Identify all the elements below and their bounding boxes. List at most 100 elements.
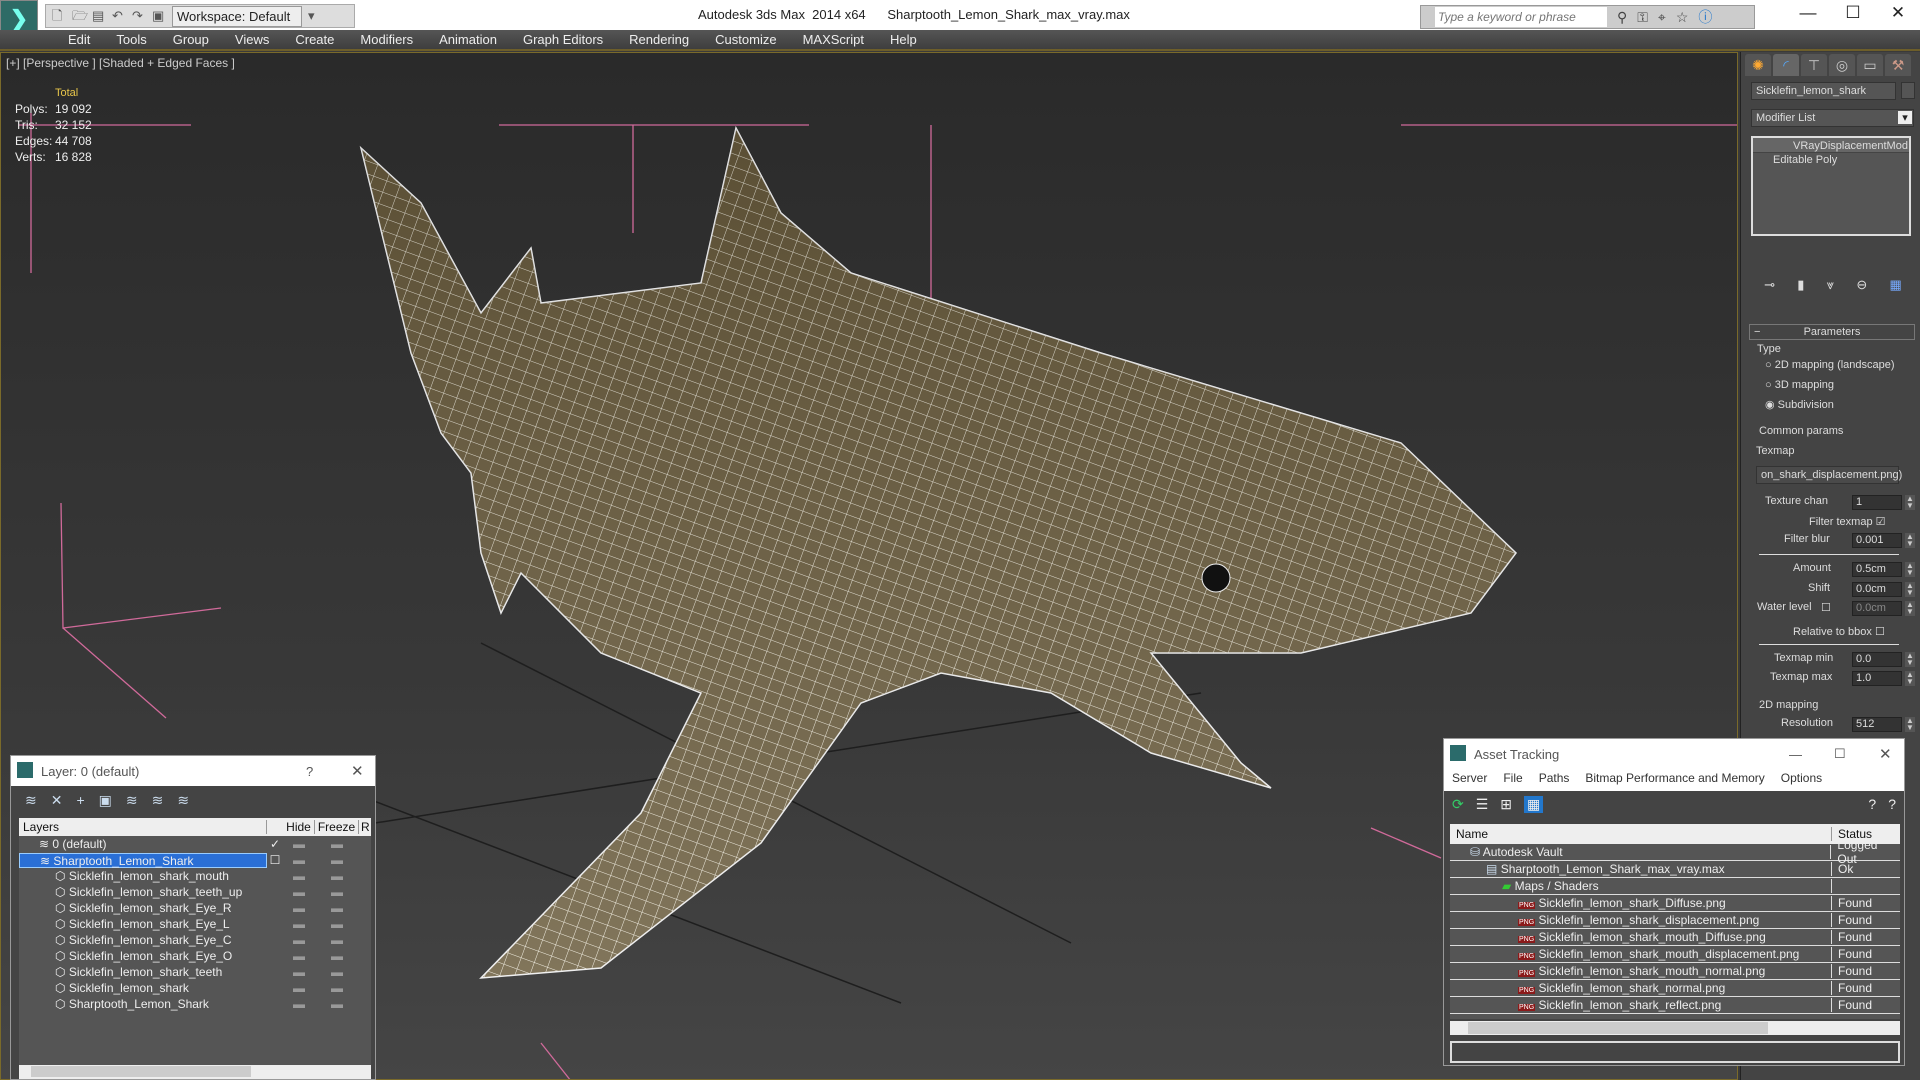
texmap-button[interactable]: on_shark_displacement.png) <box>1756 466 1902 484</box>
asset-row[interactable]: PNG Sicklefin_lemon_shark_reflect.png Fou… <box>1450 997 1900 1014</box>
maximize-button[interactable]: ☐ <box>1838 3 1868 23</box>
asset-row[interactable]: PNG Sicklefin_lemon_shark_mouth_normal.p… <box>1450 963 1900 980</box>
new-layer-icon[interactable]: ≋ <box>25 792 37 809</box>
layer-row[interactable]: ⬡ Sicklefin_lemon_shark_Eye_R ▬ ▬ <box>19 900 371 916</box>
freeze-toggle[interactable]: ▬ <box>315 917 359 931</box>
open-file-icon[interactable]: 🗁 <box>72 9 88 23</box>
layer-row[interactable]: ≋ Sharptooth_Lemon_Shark ☐ ▬ ▬ <box>19 852 371 868</box>
help-icon[interactable]: ⓘ <box>1698 7 1712 27</box>
menu-modifiers[interactable]: Modifiers <box>347 30 426 49</box>
hide-toggle[interactable]: ▬ <box>283 901 315 915</box>
freeze-toggle[interactable]: ▬ <box>315 837 359 851</box>
remove-modifier-icon[interactable]: ⊖ <box>1856 277 1867 293</box>
menu-edit[interactable]: Edit <box>55 30 103 49</box>
menu-help[interactable]: Help <box>877 30 930 49</box>
freeze-toggle[interactable]: ▬ <box>315 997 359 1011</box>
hide-all-icon[interactable]: ≋ <box>152 792 164 809</box>
layer-row[interactable]: ⬡ Sicklefin_lemon_shark ▬ ▬ <box>19 980 371 996</box>
motion-tab-icon[interactable]: ◎ <box>1829 54 1855 76</box>
freeze-toggle[interactable]: ▬ <box>315 901 359 915</box>
close-button[interactable]: ✕ <box>351 762 364 780</box>
texmap-max-spinner[interactable]: Texmap max 1.0 ▲ ▼ <box>1741 671 1920 689</box>
hierarchy-tab-icon[interactable]: ⊤ <box>1801 54 1827 76</box>
close-button[interactable]: ✕ <box>1883 3 1913 23</box>
whats-this-icon[interactable]: ? <box>1888 796 1896 813</box>
current-layer-checkmark[interactable]: ✓ <box>267 837 283 851</box>
key-icon[interactable]: ⚿ <box>1637 9 1648 26</box>
create-tab-icon[interactable]: ✺ <box>1745 54 1771 76</box>
add-selected-icon[interactable]: + <box>76 792 84 809</box>
radio-subdivision[interactable]: ◉ Subdivision <box>1765 398 1834 411</box>
menu-animation[interactable]: Animation <box>426 30 510 49</box>
help-icon[interactable]: ? <box>1868 796 1876 813</box>
menu-server[interactable]: Server <box>1452 771 1487 785</box>
layer-row[interactable]: ⬡ Sicklefin_lemon_shark_Eye_O ▬ ▬ <box>19 948 371 964</box>
hide-toggle[interactable]: ▬ <box>283 917 315 931</box>
water-level-checkbox[interactable]: ☐ <box>1821 601 1831 614</box>
asset-row[interactable]: PNG Sicklefin_lemon_shark_Diffuse.png Fou… <box>1450 895 1900 912</box>
horizontal-scrollbar[interactable] <box>19 1065 371 1079</box>
filter-texmap-checkbox[interactable]: Filter texmap ☑ <box>1809 515 1886 528</box>
layer-row[interactable]: ≋ 0 (default) ✓ ▬ ▬ <box>19 836 371 852</box>
spinner-arrows-icon[interactable]: ▲ ▼ <box>1905 562 1915 577</box>
freeze-all-icon[interactable]: ≋ <box>177 792 189 809</box>
relative-to-bbox-checkbox[interactable]: Relative to bbox ☐ <box>1793 625 1885 638</box>
shift-spinner[interactable]: Shift 0.0cm ▲ ▼ <box>1741 582 1920 600</box>
column-name[interactable]: Name <box>1450 827 1832 841</box>
horizontal-scrollbar[interactable] <box>1450 1021 1900 1035</box>
parameters-rollout-header[interactable]: − Parameters <box>1749 324 1915 340</box>
column-layers[interactable]: Layers <box>19 820 267 834</box>
layer-row[interactable]: ⬡ Sicklefin_lemon_shark_Eye_C ▬ ▬ <box>19 932 371 948</box>
menu-group[interactable]: Group <box>160 30 222 49</box>
select-objects-icon[interactable]: ▣ <box>99 792 112 809</box>
freeze-toggle[interactable]: ▬ <box>315 981 359 995</box>
search-input[interactable] <box>1435 7 1607 27</box>
radio-2d-mapping[interactable]: ○ 2D mapping (landscape) <box>1765 359 1895 371</box>
spinner-arrows-icon[interactable]: ▲ ▼ <box>1905 717 1915 732</box>
water-level-spinner[interactable]: Water level ☐ 0.0cm ▲ ▼ <box>1741 601 1920 619</box>
stack-item-vraydisplacementmod[interactable]: VRayDisplacementMod <box>1753 138 1909 152</box>
binoculars-icon[interactable]: ⚲ <box>1617 9 1627 26</box>
asset-row[interactable]: ⛁ Autodesk Vault Logged Out <box>1450 838 1900 866</box>
asset-row[interactable]: PNG Sicklefin_lemon_shark_displacement.p… <box>1450 912 1900 929</box>
current-layer-checkbox[interactable]: ☐ <box>267 853 283 867</box>
asset-row[interactable]: PNG Sicklefin_lemon_shark_mouth_Diffuse.… <box>1450 929 1900 946</box>
menu-views[interactable]: Views <box>222 30 282 49</box>
amount-spinner[interactable]: Amount 0.5cm ▲ ▼ <box>1741 562 1920 580</box>
modify-tab-icon[interactable]: ◜ <box>1773 54 1799 76</box>
close-button[interactable]: ✕ <box>1879 745 1892 763</box>
undo-icon[interactable]: ↶ <box>112 9 126 23</box>
spinner-arrows-icon[interactable]: ▲ ▼ <box>1905 582 1915 597</box>
freeze-toggle[interactable]: ▬ <box>315 965 359 979</box>
layer-row[interactable]: ⬡ Sicklefin_lemon_shark_teeth_up ▬ ▬ <box>19 884 371 900</box>
field-value[interactable]: 0.5cm <box>1852 562 1902 577</box>
object-color-swatch[interactable] <box>1901 82 1915 99</box>
star-icon[interactable]: ☆ <box>1676 9 1689 26</box>
layer-dialog-titlebar[interactable]: Layer: 0 (default)? ✕ <box>11 756 375 786</box>
asset-row[interactable]: ▰ Maps / Shaders <box>1450 878 1900 895</box>
menu-rendering[interactable]: Rendering <box>616 30 702 49</box>
column-render[interactable]: R <box>359 820 370 834</box>
new-file-icon[interactable]: 🗋 <box>52 9 66 23</box>
layer-row[interactable]: ⬡ Sharptooth_Lemon_Shark ▬ ▬ <box>19 996 371 1012</box>
menu-options[interactable]: Options <box>1781 771 1822 785</box>
scrollbar-thumb[interactable] <box>31 1066 251 1077</box>
chevron-down-icon[interactable]: ▾ <box>308 9 322 23</box>
field-value[interactable]: 512 <box>1852 717 1902 732</box>
help-button[interactable]: ? <box>306 764 313 779</box>
column-hide[interactable]: Hide <box>283 820 315 834</box>
scrollbar-thumb[interactable] <box>1468 1022 1768 1034</box>
hide-toggle[interactable]: ▬ <box>283 997 315 1011</box>
hide-toggle[interactable]: ▬ <box>283 965 315 979</box>
modifier-list-dropdown[interactable]: Modifier List ▾ <box>1751 109 1914 127</box>
freeze-toggle[interactable]: ▬ <box>315 869 359 883</box>
configure-sets-icon[interactable]: ▦ <box>1890 277 1902 293</box>
spinner-arrows-icon[interactable]: ▲ ▼ <box>1905 533 1915 548</box>
field-value[interactable]: 0.0 <box>1852 652 1902 667</box>
asset-tracking-titlebar[interactable]: Asset Tracking — ☐ ✕ <box>1444 739 1904 769</box>
hide-toggle[interactable]: ▬ <box>283 885 315 899</box>
workspace-dropdown[interactable]: Workspace: Default <box>172 5 302 27</box>
menu-paths[interactable]: Paths <box>1539 771 1570 785</box>
spinner-arrows-icon[interactable]: ▲ ▼ <box>1905 495 1915 510</box>
field-value[interactable]: 1.0 <box>1852 671 1902 686</box>
